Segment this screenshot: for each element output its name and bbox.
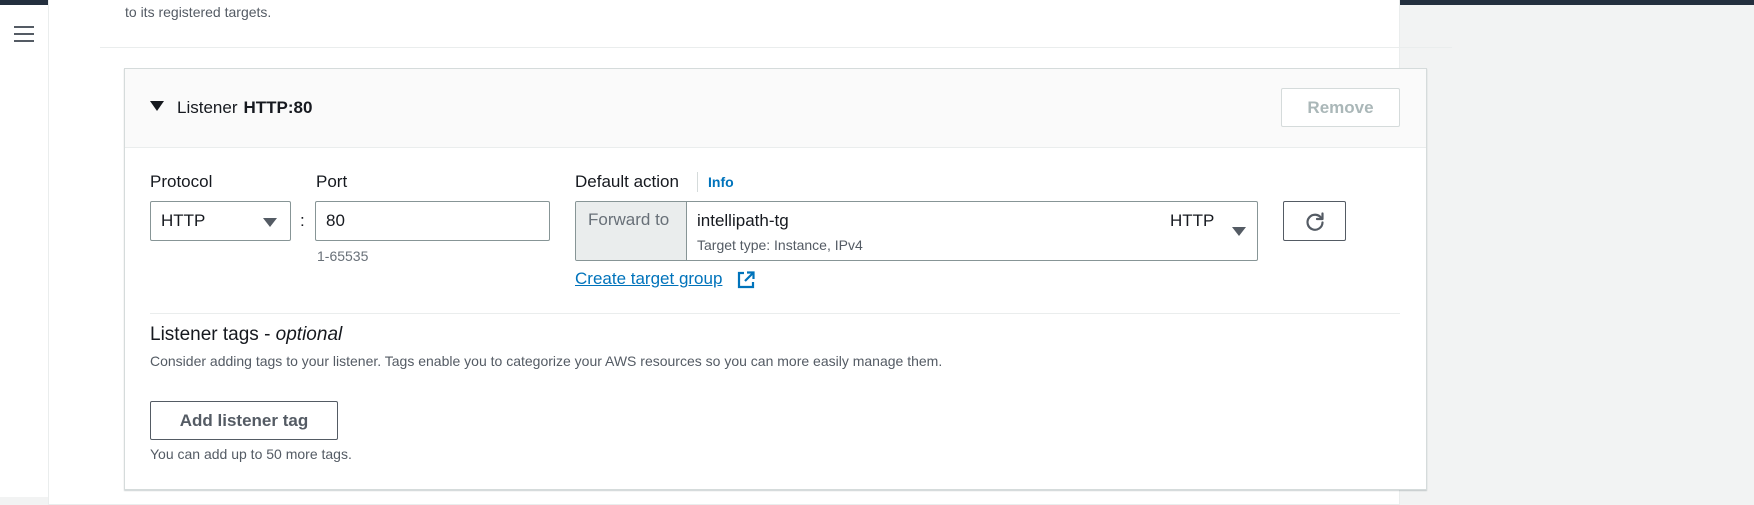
info-separator [697,172,698,192]
refresh-icon [1306,212,1324,231]
protocol-label: Protocol [150,172,213,191]
port-label: Port [316,172,348,191]
target-group-protocol: HTTP [1170,211,1215,230]
external-link-icon[interactable] [736,270,756,290]
info-link[interactable]: Info [708,174,734,190]
side-navigation-rail [0,5,50,497]
tags-heading-optional: optional [275,324,343,345]
forward-to-prefix: Forward to [576,202,687,260]
target-group-select[interactable]: intellipath-tg Target type: Instance, IP… [687,202,1257,260]
protocol-select[interactable]: HTTP [150,201,291,241]
hamburger-menu-icon[interactable] [14,26,34,44]
add-listener-tag-button[interactable]: Add listener tag [150,401,338,440]
refresh-target-groups-button[interactable] [1283,201,1346,241]
section-divider [100,47,1452,48]
listener-title-value: HTTP:80 [243,98,313,117]
tags-heading-text: Listener tags - [150,324,276,345]
listener-tags-description: Consider adding tags to your listener. T… [150,353,943,369]
listener-title-prefix: Listener [177,98,238,117]
default-action-label: Default action [575,172,679,191]
listener-tags-heading: Listener tags - optional [150,324,342,346]
tags-divider [150,313,1400,314]
listener-title: Listener HTTP:80 [177,98,312,118]
tags-limit-text: You can add up to 50 more tags. [150,446,352,462]
right-margin [1450,5,1754,497]
protocol-port-separator: : [300,211,305,230]
chevron-down-icon [263,218,277,227]
protocol-select-value: HTTP [161,211,206,230]
target-type-description: Target type: Instance, IPv4 [697,237,863,253]
target-group-name: intellipath-tg [697,211,789,230]
caret-down-icon[interactable] [150,101,164,111]
chevron-down-icon [1232,227,1246,236]
listener-header[interactable]: Listener HTTP:80 Remove [125,69,1426,148]
intro-text: to its registered targets. [125,4,272,20]
create-target-group-link[interactable]: Create target group [575,269,722,289]
default-action-field: Forward to intellipath-tg Target type: I… [575,201,1258,261]
port-range-hint: 1-65535 [317,248,369,264]
port-input[interactable] [315,201,550,241]
remove-listener-button[interactable]: Remove [1281,88,1400,127]
